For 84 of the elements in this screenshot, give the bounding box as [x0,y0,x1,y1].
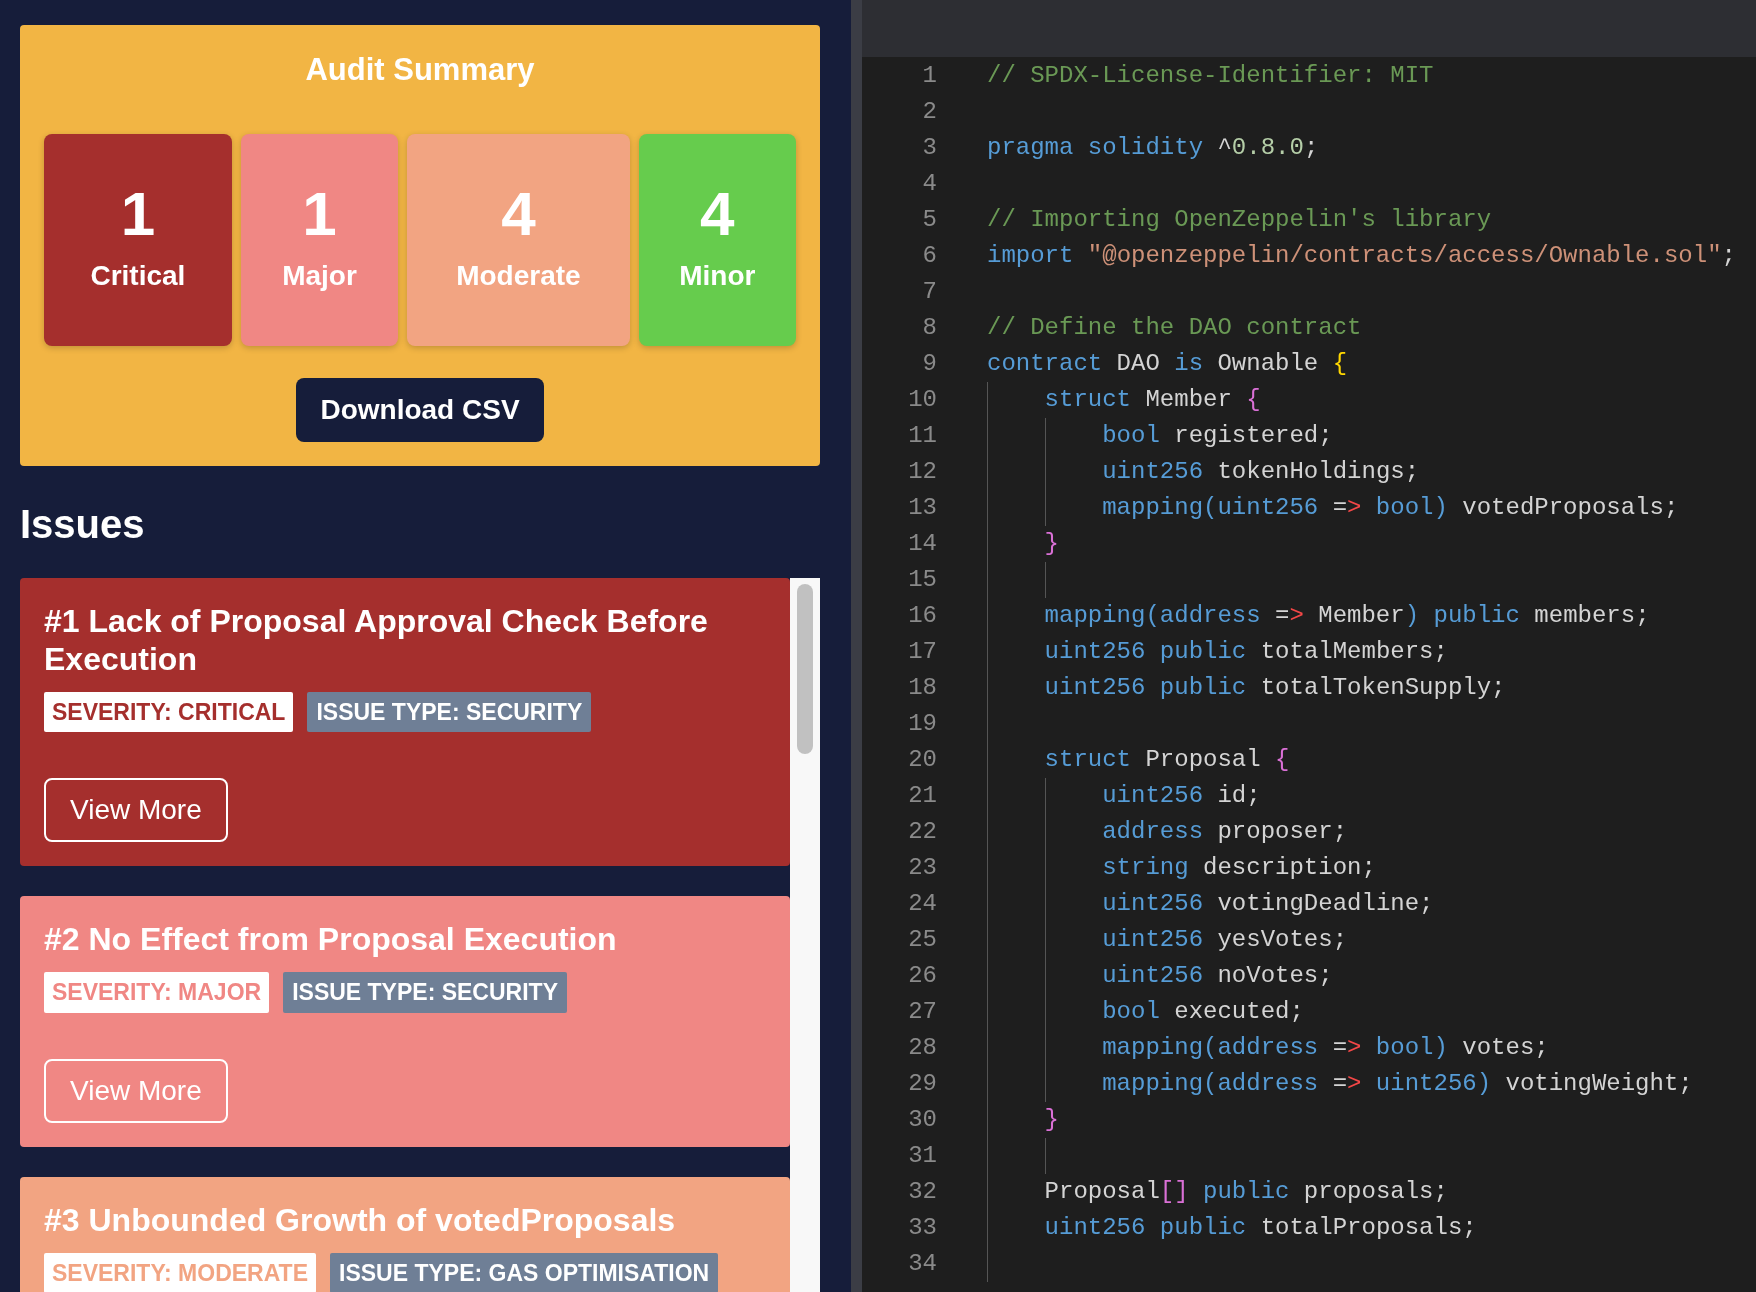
line-number: 13 [907,493,937,523]
line-number: 31 [907,1141,937,1171]
code-line: bool registered; [1102,422,1333,449]
line-number: 24 [907,889,937,919]
line-number: 19 [907,709,937,739]
code-line: // Importing OpenZeppelin's library [987,206,1492,233]
code-line: } [1044,1106,1059,1133]
line-number: 15 [907,565,937,595]
code-line: } [1044,530,1059,557]
code-line: mapping(uint256 => bool) votedProposals; [1102,494,1679,521]
line-number: 23 [907,853,937,883]
line-number: 16 [907,601,937,631]
line-number: 32 [907,1177,937,1207]
severity-tag: SEVERITY: MODERATE [44,1252,316,1292]
issue-title: #1 Lack of Proposal Approval Check Before Execution [44,601,709,678]
line-number: 4 [921,169,937,199]
count-label: Minor [679,258,756,293]
scrollbar-thumb[interactable] [797,583,813,754]
line-number: 10 [907,385,937,415]
code-line: uint256 yesVotes; [1102,926,1348,953]
issue-type-tag: ISSUE TYPE: SECURITY [283,972,567,1013]
count-number: 1 [120,182,156,245]
line-number: 29 [907,1069,937,1099]
line-number: 18 [907,673,937,703]
count-number: 4 [700,182,735,245]
line-number: 12 [907,457,937,487]
count-number: 1 [302,182,337,245]
line-number: 25 [907,925,937,955]
code-line: uint256 noVotes; [1102,962,1333,989]
count-label: Moderate [456,258,581,293]
line-number: 27 [907,997,937,1027]
line-number: 14 [907,529,937,559]
line-number: 9 [921,349,937,379]
line-number: 2 [921,97,937,127]
code-line: mapping(address => bool) votes; [1102,1034,1549,1061]
code-line: uint256 id; [1102,782,1261,809]
severity-tag: SEVERITY: CRITICAL [44,691,294,732]
line-number: 22 [907,817,937,847]
code-line: uint256 votingDeadline; [1102,890,1434,917]
line-number: 1 [921,61,937,91]
line-number: 20 [907,745,937,775]
line-number: 33 [907,1213,937,1243]
code-line: uint256 public totalTokenSupply; [1044,674,1506,701]
code-line: uint256 tokenHoldings; [1102,458,1420,485]
issue-title: #2 No Effect from Proposal Execution [44,920,618,958]
severity-tag: SEVERITY: MAJOR [44,972,270,1013]
code-line: contract DAO is Ownable { [987,350,1348,377]
line-number: 21 [907,781,937,811]
count-label: Critical [90,258,186,293]
line-number: 8 [921,313,937,343]
code-line: uint256 public totalMembers; [1044,638,1448,665]
line-number: 28 [907,1033,937,1063]
issues-heading: Issues [20,500,145,548]
view-more-button[interactable]: View More [44,778,228,842]
code-line: Proposal[] public proposals; [1044,1178,1448,1205]
issue-type-tag: ISSUE TYPE: SECURITY [307,691,592,732]
code-line: // SPDX-License-Identifier: MIT [987,62,1434,89]
scrollbar[interactable] [790,577,820,1292]
code-line: address proposer; [1102,818,1348,845]
code-line: uint256 public totalProposals; [1044,1214,1477,1241]
line-number: 3 [921,133,937,163]
line-number: 17 [907,637,937,667]
summary-title: Audit Summary [305,51,535,89]
line-number: 6 [921,241,937,271]
line-number: 7 [921,277,937,307]
code-line: mapping(address => Member) public members; [1044,602,1650,629]
line-number: 30 [907,1105,937,1135]
code-line: string description; [1102,854,1376,881]
code-line: struct Member { [1044,386,1261,413]
line-number: 11 [907,421,937,451]
count-number: 4 [501,182,536,245]
code-line: // Define the DAO contract [987,314,1362,341]
code-line: pragma solidity ^0.8.0; [987,134,1319,161]
download-csv-button[interactable]: Download CSV [296,377,544,442]
code-line: struct Proposal { [1044,746,1290,773]
code-line: mapping(address => uint256) votingWeight; [1102,1070,1693,1097]
issue-title: #3 Unbounded Growth of votedProposals [44,1200,677,1239]
line-number: 34 [907,1249,937,1279]
code-line: bool executed; [1102,998,1304,1025]
issue-type-tag: ISSUE TYPE: GAS OPTIMISATION [330,1252,719,1292]
code-line: import "@openzeppelin/contracts/access/Ownable.sol"; [987,242,1736,269]
line-number: 26 [907,961,937,991]
count-label: Major [282,258,357,293]
line-number: 5 [921,205,937,235]
